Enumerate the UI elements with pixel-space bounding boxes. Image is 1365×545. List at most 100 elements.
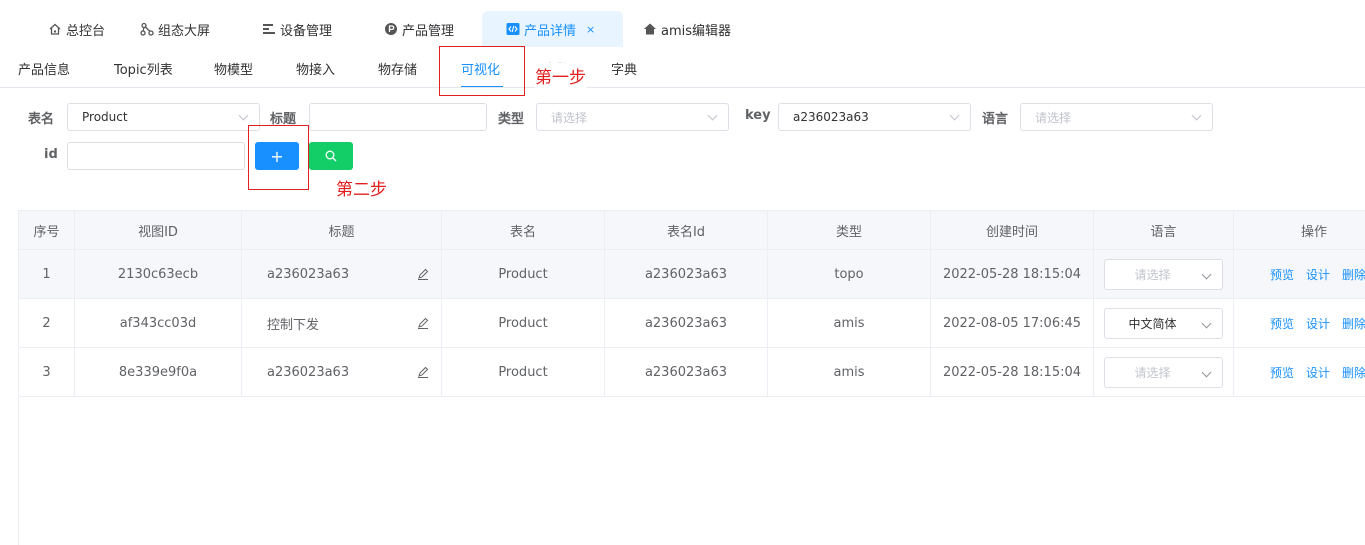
delete-link[interactable]: 删除 xyxy=(1342,315,1365,332)
cell-language: 中文简体 xyxy=(1094,299,1234,347)
cell-table-name: Product xyxy=(442,299,605,347)
cell-language: 请选择 xyxy=(1094,250,1234,298)
annotation-step2: 第二步 xyxy=(336,180,387,200)
type-select[interactable]: 请选择 xyxy=(536,103,729,131)
design-link[interactable]: 设计 xyxy=(1306,315,1330,332)
cell-table-id: a236023a63 xyxy=(605,348,768,396)
delete-link[interactable]: 删除 xyxy=(1342,266,1365,283)
cell-actions: 预览 设计 删除 xyxy=(1234,348,1365,396)
preview-link[interactable]: 预览 xyxy=(1270,315,1294,332)
page-tab-dashboard[interactable]: 总控台 xyxy=(48,11,105,47)
home-icon xyxy=(48,22,62,36)
cell-type: amis xyxy=(768,299,931,347)
id-label: id xyxy=(44,147,58,162)
delete-link[interactable]: 删除 xyxy=(1342,364,1365,381)
cell-table-id: a236023a63 xyxy=(605,250,768,298)
preview-link[interactable]: 预览 xyxy=(1270,266,1294,283)
chevron-down-icon xyxy=(1201,269,1212,279)
cell-title: a236023a63 xyxy=(242,250,442,298)
edit-icon[interactable] xyxy=(417,366,429,378)
key-select[interactable]: a236023a63 xyxy=(778,103,971,131)
chevron-down-icon xyxy=(1191,110,1202,121)
cell-actions: 预览 设计 删除 xyxy=(1234,250,1365,298)
language-label: 语言 xyxy=(982,112,1009,127)
cell-title: 控制下发 xyxy=(242,299,442,347)
col-header-table-name: 表名 xyxy=(442,211,605,249)
col-header-actions: 操作 xyxy=(1300,224,1327,240)
col-header-language: 语言 xyxy=(1094,211,1234,249)
page-tab-device-manage[interactable]: 设备管理 xyxy=(262,11,332,47)
cell-table-name: Product xyxy=(442,250,605,298)
col-header-no: 序号 xyxy=(19,211,75,249)
table-name-label: 表名 xyxy=(28,112,55,127)
preview-link[interactable]: 预览 xyxy=(1270,364,1294,381)
key-label: key xyxy=(745,108,771,123)
cell-view-id: 8e339e9f0a xyxy=(75,348,242,396)
chevron-down-icon xyxy=(1201,367,1212,377)
cell-view-id: 2130c63ecb xyxy=(75,250,242,298)
close-icon[interactable]: × xyxy=(586,23,595,36)
col-header-table-id: 表名Id xyxy=(605,211,768,249)
cell-created: 2022-05-28 18:15:04 xyxy=(931,250,1094,298)
tab-divider xyxy=(0,87,1365,88)
tab-thing-storage[interactable]: 物存储 xyxy=(378,59,417,78)
cell-created: 2022-08-05 17:06:45 xyxy=(931,299,1094,347)
table-row: 1 2130c63ecb a236023a63 Product a236023a… xyxy=(19,250,1365,299)
annotation-step1: 第一步 xyxy=(535,63,586,88)
title-input-field[interactable] xyxy=(324,110,472,124)
design-link[interactable]: 设计 xyxy=(1306,364,1330,381)
row-language-select[interactable]: 中文简体 xyxy=(1104,307,1223,339)
chevron-down-icon xyxy=(707,110,718,121)
tab-thing-model[interactable]: 物模型 xyxy=(214,59,253,78)
cell-type: topo xyxy=(768,250,931,298)
cell-no: 1 xyxy=(19,250,75,298)
page-tab-product-detail[interactable]: 产品详情 × xyxy=(482,11,623,47)
table-header: 序号 视图ID 标题 表名 表名Id 类型 创建时间 语言 操作 xyxy=(19,210,1365,250)
chevron-down-icon xyxy=(1201,318,1212,328)
cell-language: 请选择 xyxy=(1094,348,1234,396)
language-select[interactable]: 请选择 xyxy=(1020,103,1213,131)
design-link[interactable]: 设计 xyxy=(1306,266,1330,283)
search-icon xyxy=(325,150,337,162)
chevron-down-icon xyxy=(949,110,960,121)
cell-created: 2022-05-28 18:15:04 xyxy=(931,348,1094,396)
table-name-select[interactable]: Product xyxy=(67,103,260,131)
search-button[interactable] xyxy=(309,142,353,170)
col-header-created: 创建时间 xyxy=(931,211,1094,249)
annotation-box-step2 xyxy=(248,125,309,190)
page-tab-amis-editor[interactable]: amis编辑器 xyxy=(643,11,731,47)
tab-topic-list[interactable]: Topic列表 xyxy=(114,59,173,78)
cell-table-name: Product xyxy=(442,348,605,396)
tab-product-info[interactable]: 产品信息 xyxy=(18,59,70,78)
tab-thing-access[interactable]: 物接入 xyxy=(296,59,335,78)
type-label: 类型 xyxy=(498,112,525,127)
table-row: 3 8e339e9f0a a236023a63 Product a236023a… xyxy=(19,348,1365,397)
col-header-view-id: 视图ID xyxy=(75,211,242,249)
row-language-select[interactable]: 请选择 xyxy=(1104,258,1223,290)
page-tab-product-manage[interactable]: 产品管理 xyxy=(384,11,454,47)
cell-no: 2 xyxy=(19,299,75,347)
code-icon xyxy=(506,22,520,36)
tab-dictionary[interactable]: 字典 xyxy=(611,59,637,78)
visualization-table: 序号 视图ID 标题 表名 表名Id 类型 创建时间 语言 操作 1 2130c… xyxy=(18,210,1365,545)
diagram-icon xyxy=(140,22,154,36)
edit-icon[interactable] xyxy=(417,317,429,329)
annotation-box-step1 xyxy=(439,46,525,96)
cell-table-id: a236023a63 xyxy=(605,299,768,347)
id-input-field[interactable] xyxy=(82,149,230,163)
cell-no: 3 xyxy=(19,348,75,396)
product-icon xyxy=(384,22,398,36)
list-icon xyxy=(262,22,276,36)
edit-icon[interactable] xyxy=(417,268,429,280)
row-language-select[interactable]: 请选择 xyxy=(1104,356,1223,388)
col-header-type: 类型 xyxy=(768,211,931,249)
page-tab-big-screen[interactable]: 组态大屏 xyxy=(140,11,210,47)
cell-actions: 预览 设计 删除 xyxy=(1234,299,1365,347)
title-input[interactable] xyxy=(309,103,487,131)
house-icon xyxy=(643,22,657,36)
cell-type: amis xyxy=(768,348,931,396)
table-row: 2 af343cc03d 控制下发 Product a236023a63 ami… xyxy=(19,299,1365,348)
cell-title: a236023a63 xyxy=(242,348,442,396)
id-input[interactable] xyxy=(67,142,245,170)
col-header-title: 标题 xyxy=(242,211,442,249)
